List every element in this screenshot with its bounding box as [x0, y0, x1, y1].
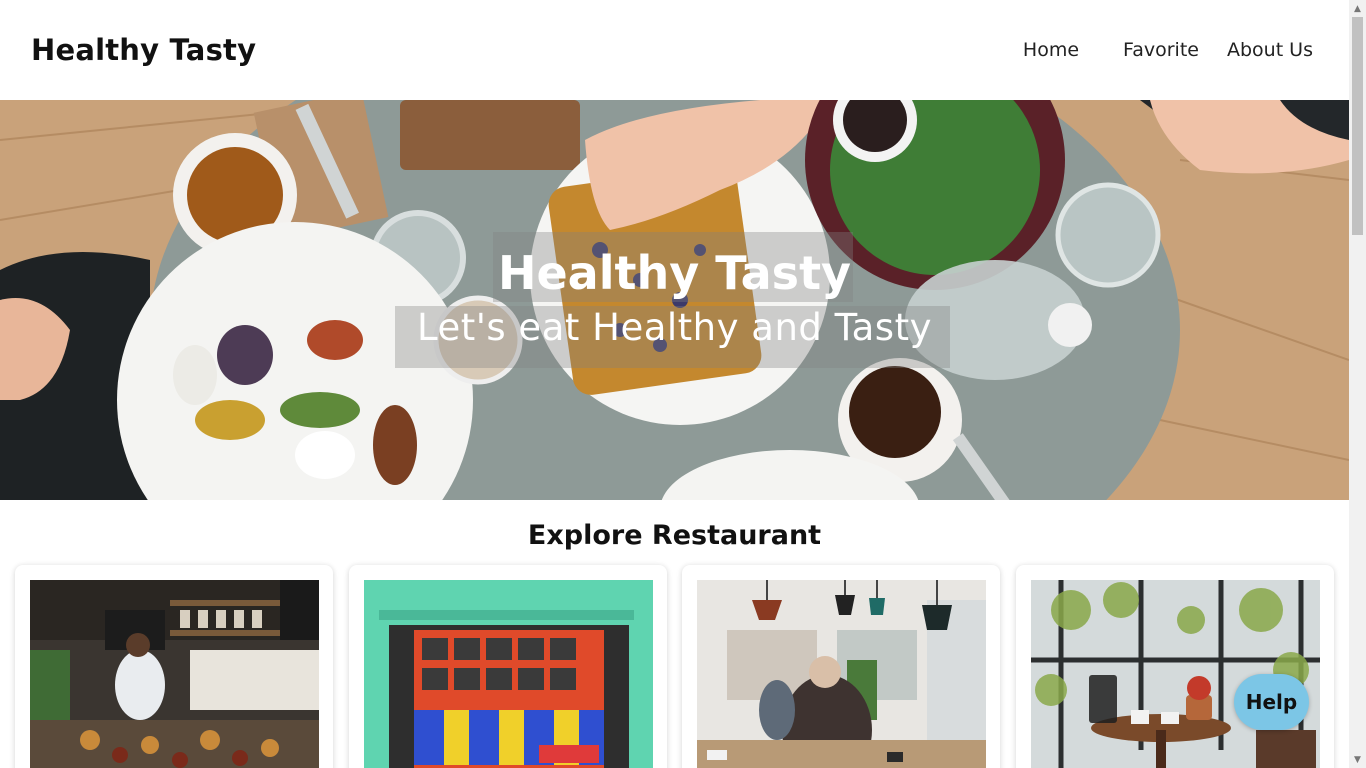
restaurant-card[interactable]: [682, 565, 1000, 768]
restaurant-card[interactable]: [1016, 565, 1334, 768]
scroll-up-arrow-icon[interactable]: ▲: [1349, 0, 1366, 17]
explore-title: Explore Restaurant: [527, 520, 822, 551]
restaurant-image[interactable]: [364, 580, 653, 768]
brand-title[interactable]: Healthy Tasty: [31, 33, 256, 67]
hero-title: Healthy Tasty: [497, 246, 852, 300]
restaurant-image[interactable]: [697, 580, 986, 768]
restaurant-card[interactable]: [349, 565, 667, 768]
nav-home[interactable]: Home: [1023, 39, 1079, 61]
nav-about-us[interactable]: About Us: [1227, 39, 1313, 61]
scroll-down-arrow-icon[interactable]: ▼: [1349, 751, 1366, 768]
restaurant-image[interactable]: [30, 580, 319, 768]
main-nav: Home Favorite About Us: [1023, 39, 1313, 61]
scrollbar-thumb[interactable]: [1352, 17, 1363, 235]
restaurant-list: [15, 565, 1335, 768]
help-button[interactable]: Help: [1234, 674, 1309, 730]
nav-favorite[interactable]: Favorite: [1123, 39, 1199, 61]
restaurant-card[interactable]: [15, 565, 333, 768]
hero-banner: Healthy Tasty Let's eat Healthy and Tast…: [0, 100, 1349, 500]
hero-subtitle: Let's eat Healthy and Tasty: [416, 306, 932, 349]
page-scrollbar[interactable]: ▲ ▼: [1349, 0, 1366, 768]
site-header: Healthy Tasty Home Favorite About Us: [0, 0, 1349, 100]
